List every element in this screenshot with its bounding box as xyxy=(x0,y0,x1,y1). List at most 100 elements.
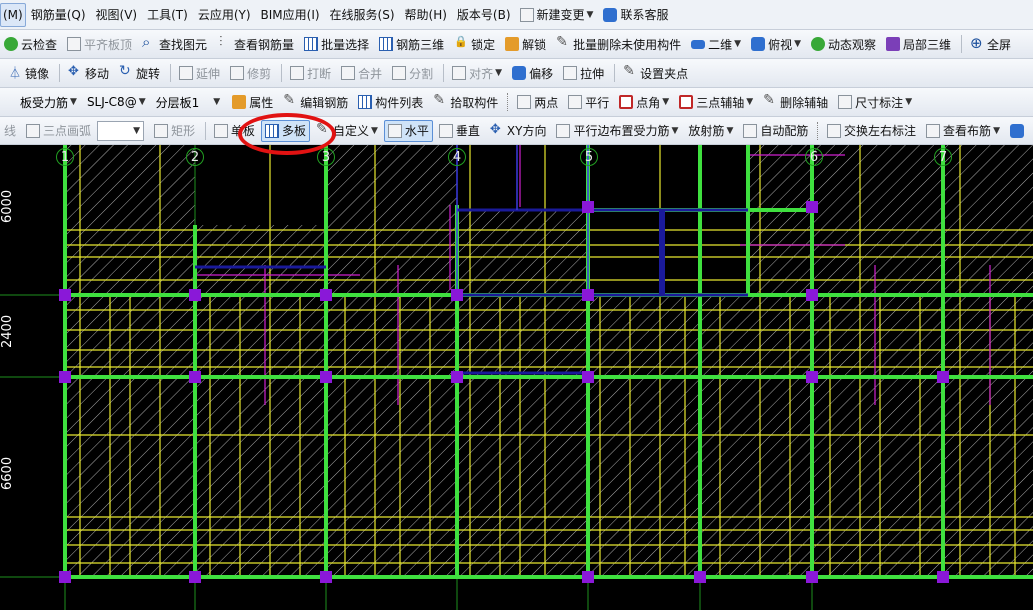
trim-button[interactable]: 修剪 xyxy=(226,62,275,84)
menu-view[interactable]: 视图(V) xyxy=(91,3,143,27)
chevron-down-icon: ▼ xyxy=(70,97,77,107)
mirror-icon xyxy=(8,64,22,81)
menu-rebar-quantity[interactable]: 钢筋量(Q) xyxy=(26,3,91,27)
chevron-down-icon: ▼ xyxy=(905,97,913,107)
new-change-button[interactable]: 新建变更 ▼ xyxy=(516,4,598,26)
axis-bubble: 5 xyxy=(580,148,598,166)
column xyxy=(694,571,706,583)
2d-icon xyxy=(691,39,706,49)
move-icon xyxy=(68,64,82,80)
swap-labels-button[interactable]: 交换左右标注 xyxy=(823,120,920,142)
slab-opening xyxy=(595,215,745,295)
rebar-3d-icon xyxy=(379,37,394,51)
vertical-button[interactable]: 垂直 xyxy=(435,120,484,142)
align-button[interactable]: 对齐 ▼ xyxy=(448,62,506,84)
dimension-button[interactable]: 尺寸标注 ▼ xyxy=(834,91,916,113)
chevron-down-icon: ▼ xyxy=(671,125,679,136)
binoculars-icon xyxy=(142,33,156,51)
merge-button[interactable]: 合并 xyxy=(337,62,386,84)
rebar-quantity-icon xyxy=(217,34,231,51)
horizontal-button[interactable]: 水平 xyxy=(383,119,433,142)
xy-direction-button[interactable]: XY方向 xyxy=(486,120,551,142)
batch-select-button[interactable]: 批量选择 xyxy=(300,33,373,55)
column xyxy=(806,289,818,301)
radial-rebar-button[interactable]: 放射筋 ▼ xyxy=(684,120,737,142)
overflow-button[interactable] xyxy=(1006,120,1031,142)
unlock-button[interactable]: 解锁 xyxy=(501,33,550,55)
cloud-check-button[interactable]: 云检查 xyxy=(0,33,61,55)
set-grip-button[interactable]: 设置夹点 xyxy=(619,62,692,84)
rectangle-button[interactable]: 矩形 xyxy=(150,120,199,142)
column xyxy=(806,201,818,213)
trim-icon xyxy=(230,66,245,80)
find-element-button[interactable]: 查找图元 xyxy=(138,33,211,55)
separator xyxy=(614,64,616,82)
menu-cloud[interactable]: 云应用(Y) xyxy=(193,3,256,27)
dynamic-orbit-button[interactable]: 动态观察 xyxy=(807,33,880,55)
pick-component-button[interactable]: 拾取构件 xyxy=(429,91,502,113)
component-list-button[interactable]: 构件列表 xyxy=(354,91,427,113)
chevron-down-icon: ▼ xyxy=(495,68,503,78)
menu-help[interactable]: 帮助(H) xyxy=(400,3,452,27)
column xyxy=(937,371,949,383)
separator xyxy=(205,121,206,140)
menu-version[interactable]: 版本号(B) xyxy=(452,3,516,27)
menu-tools[interactable]: 工具(T) xyxy=(142,3,193,27)
delete-aux-axis-button[interactable]: 删除辅轴 xyxy=(759,91,832,113)
local-3d-button[interactable]: 局部三维 xyxy=(882,33,955,55)
brush-icon xyxy=(556,34,570,51)
offset-button[interactable]: 偏移 xyxy=(508,62,557,84)
support-button[interactable]: 联系客服 xyxy=(599,4,672,26)
column xyxy=(320,571,332,583)
split-button[interactable]: 分割 xyxy=(388,62,437,84)
column xyxy=(59,289,71,301)
menu-modify[interactable]: (M) xyxy=(0,2,26,27)
dimension-icon xyxy=(838,95,853,109)
chevron-down-icon: ▼ xyxy=(746,97,754,107)
layer-select[interactable]: 分层板1 ▼ xyxy=(154,92,223,112)
stretch-button[interactable]: 拉伸 xyxy=(559,62,608,84)
properties-button[interactable]: 属性 xyxy=(228,91,277,113)
auto-rebar-button[interactable]: 自动配筋 xyxy=(739,120,812,142)
line-button[interactable]: 线 xyxy=(0,120,20,142)
batch-delete-unused-button[interactable]: 批量删除未使用构件 xyxy=(552,33,685,55)
menu-bim[interactable]: BIM应用(I) xyxy=(256,3,325,27)
rebar-3d-button[interactable]: 钢筋三维 xyxy=(375,33,448,55)
two-point-axis-button[interactable]: 两点 xyxy=(513,91,562,113)
axis-bubble: 4 xyxy=(448,148,466,166)
fullscreen-button[interactable]: 全屏 xyxy=(966,33,1015,55)
menu-online[interactable]: 在线服务(S) xyxy=(325,3,400,27)
lock-button[interactable]: 锁定 xyxy=(450,33,499,55)
three-point-axis-button[interactable]: 三点辅轴 ▼ xyxy=(675,91,757,113)
move-button[interactable]: 移动 xyxy=(64,62,113,84)
component-name-select[interactable]: SLJ-C8@ ▼ xyxy=(85,92,148,112)
edit-rebar-button[interactable]: 编辑钢筋 xyxy=(279,91,352,113)
drawing-canvas[interactable]: 6000 2400 6600 1 2 3 4 5 6 7 xyxy=(0,145,1033,610)
slab-panel xyxy=(588,377,700,577)
rotate-button[interactable]: 旋转 xyxy=(115,62,164,84)
point-angle-icon xyxy=(619,95,634,109)
view-rebar-layout-button[interactable]: 查看布筋 ▼ xyxy=(922,120,1004,142)
stretch-icon xyxy=(563,66,578,80)
support-icon xyxy=(603,7,618,22)
slab-plan-drawing[interactable] xyxy=(0,145,1033,610)
parallel-edge-rebar-button[interactable]: 平行边布置受力筋 ▼ xyxy=(552,120,682,142)
extend-button[interactable]: 延伸 xyxy=(175,62,224,84)
chevron-down-icon: ▼ xyxy=(133,125,141,136)
point-angle-axis-button[interactable]: 点角 ▼ xyxy=(615,91,673,113)
single-slab-icon xyxy=(213,123,228,138)
parallel-axis-button[interactable]: 平行 xyxy=(564,91,613,113)
three-point-arc-button[interactable]: 三点画弧 xyxy=(22,120,95,142)
parallel-icon xyxy=(568,95,583,109)
2d-view-button[interactable]: 二维 ▼ xyxy=(687,33,745,55)
arc-option-select[interactable]: ▼ xyxy=(97,120,145,141)
slab-panel xyxy=(195,225,326,295)
slab-panel xyxy=(457,210,588,295)
mirror-button[interactable]: 镜像 xyxy=(4,62,53,84)
align-slab-top-button[interactable]: 平齐板顶 xyxy=(63,33,136,55)
break-button[interactable]: 打断 xyxy=(286,62,335,84)
top-view-button[interactable]: 俯视 ▼ xyxy=(747,33,805,55)
component-type-select[interactable]: 板受力筋 ▼ xyxy=(18,92,79,112)
view-rebar-quantity-button[interactable]: 查看钢筋量 xyxy=(213,33,298,55)
highlight-circle xyxy=(238,113,336,155)
